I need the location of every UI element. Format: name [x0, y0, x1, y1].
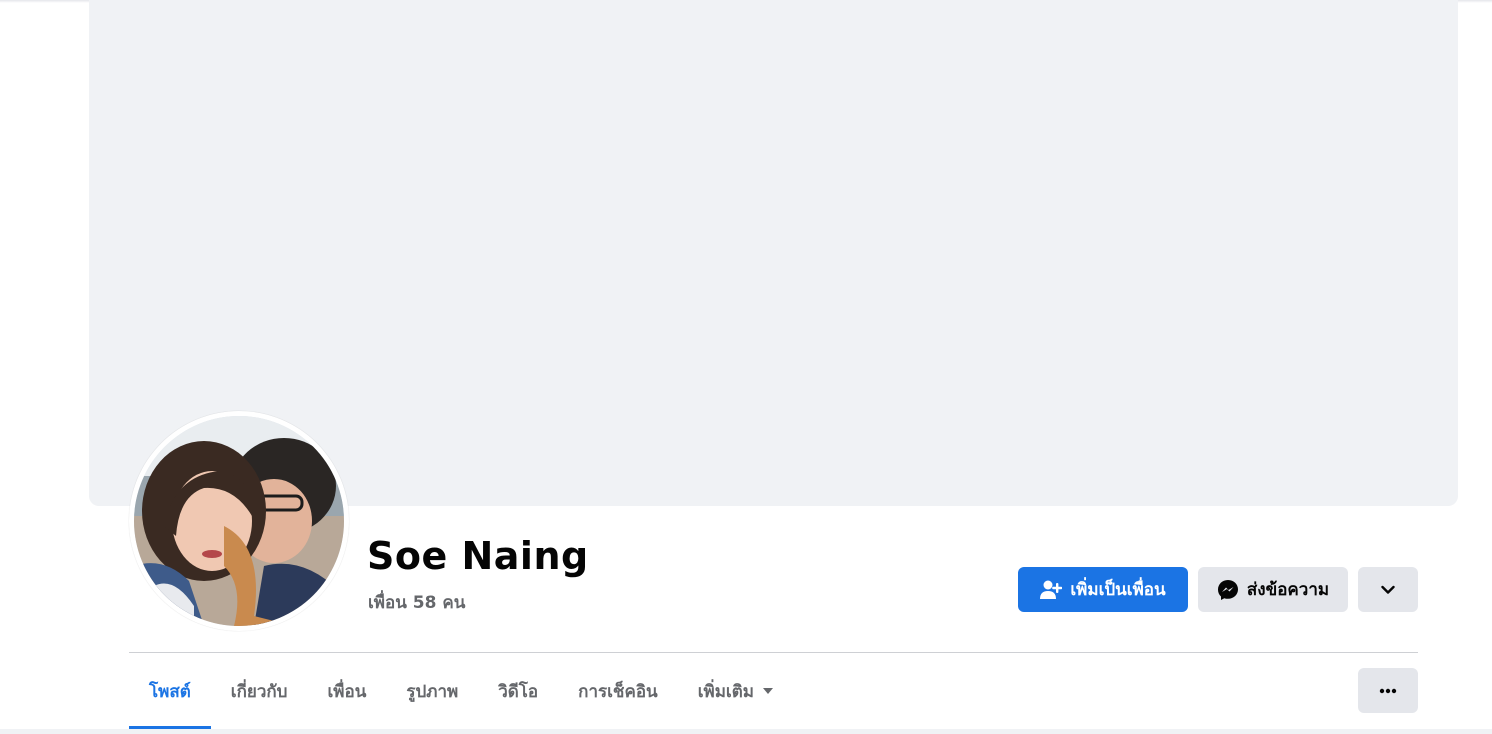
send-message-button[interactable]: ส่งข้อความ — [1198, 567, 1348, 612]
avatar[interactable] — [134, 416, 344, 626]
tab-about[interactable]: เกี่ยวกับ — [211, 653, 308, 729]
profile-tabs: โพสต์ เกี่ยวกับ เพื่อน รูปภาพ วิดีโอ การ… — [129, 653, 794, 729]
send-message-label: ส่งข้อความ — [1246, 580, 1330, 600]
person-plus-icon — [1040, 580, 1063, 600]
more-actions-button[interactable] — [1358, 567, 1418, 612]
tab-checkins[interactable]: การเช็คอิน — [558, 653, 678, 729]
page-bottom-edge — [0, 729, 1492, 734]
profile-picture[interactable] — [129, 411, 349, 631]
ellipsis-icon — [1379, 688, 1397, 694]
tab-videos[interactable]: วิดีโอ — [478, 653, 558, 729]
chevron-down-icon — [1381, 585, 1395, 595]
tab-more[interactable]: เพิ่มเติม — [678, 653, 794, 729]
avatar-photo — [134, 416, 344, 626]
messenger-icon — [1217, 579, 1239, 601]
add-friend-label: เพิ่มเป็นเพื่อน — [1070, 580, 1166, 600]
add-friend-button[interactable]: เพิ่มเป็นเพื่อน — [1018, 567, 1188, 612]
tab-label: การเช็คอิน — [578, 681, 658, 702]
profile-name: Soe Naing — [367, 534, 589, 578]
tab-label: วิดีโอ — [498, 681, 539, 702]
tab-label: โพสต์ — [149, 681, 191, 702]
tab-friends[interactable]: เพื่อน — [307, 653, 386, 729]
tab-label: เพิ่มเติม — [697, 681, 754, 702]
profile-page: Soe Naing เพื่อน 58 คน เพิ่มเป็นเพื่อน ส… — [0, 0, 1492, 734]
friends-count-link[interactable]: เพื่อน 58 คน — [368, 589, 465, 616]
overflow-menu-button[interactable] — [1358, 668, 1418, 713]
tab-label: รูปภาพ — [406, 681, 459, 702]
tab-photos[interactable]: รูปภาพ — [386, 653, 478, 729]
caret-down-icon — [762, 687, 774, 695]
tab-posts[interactable]: โพสต์ — [129, 653, 211, 729]
tab-label: เกี่ยวกับ — [230, 681, 288, 702]
tab-label: เพื่อน — [327, 681, 367, 702]
